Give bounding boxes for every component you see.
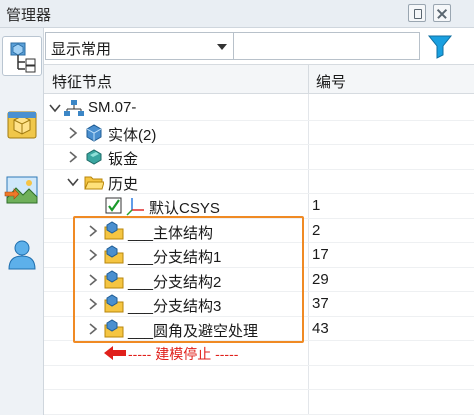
tree-row-feature-group[interactable]: ___圆角及避空处理 43	[44, 317, 474, 341]
checkbox-checked-icon[interactable]	[104, 196, 124, 216]
feature-group-folder-icon	[104, 245, 124, 264]
tree-label: 实体(2)	[108, 126, 157, 144]
part-cube-icon	[7, 111, 37, 139]
tree-header: 特征节点 编号	[44, 64, 474, 95]
close-icon[interactable]	[433, 4, 451, 22]
empty-row	[44, 366, 474, 390]
funnel-icon	[427, 35, 453, 59]
tree-row-csys[interactable]: 默认CSYS 1	[44, 194, 474, 219]
panel-title: 管理器	[6, 7, 52, 24]
tree-label-root: SM.07-	[88, 99, 137, 116]
view-tab[interactable]	[2, 170, 42, 210]
tree-label: ___分支结构2	[128, 273, 222, 291]
tree-label: ___分支结构1	[128, 249, 222, 266]
tree-number: 1	[312, 197, 321, 214]
tree-label: 默认CSYS	[149, 200, 220, 217]
stop-marker-label: ----- 建模停止 -----	[128, 346, 239, 362]
column-divider[interactable]	[308, 65, 309, 95]
panel-titlebar: 管理器	[0, 0, 474, 28]
assembly-tree-icon	[64, 100, 84, 116]
user-icon	[8, 240, 36, 270]
tree-number: 29	[312, 270, 329, 288]
tree-label: ___主体结构	[128, 224, 214, 242]
left-toolbar	[0, 28, 44, 415]
tree-row-feature-group[interactable]: ___分支结构2 29	[44, 268, 474, 292]
user-tab[interactable]	[2, 235, 42, 275]
collapsed-chevron-icon[interactable]	[86, 224, 100, 238]
chevron-down-icon	[217, 44, 227, 50]
search-input[interactable]	[234, 32, 420, 60]
tree-number: 2	[312, 221, 321, 239]
expanded-chevron-icon[interactable]	[66, 175, 80, 189]
solid-body-icon	[86, 123, 102, 142]
tree-row-feature-group[interactable]: ___主体结构 2	[44, 219, 474, 243]
collapsed-chevron-icon[interactable]	[66, 126, 80, 140]
feature-group-folder-icon	[104, 318, 124, 337]
display-filter-dropdown[interactable]: 显示常用	[45, 32, 234, 60]
column-header-number[interactable]: 编号	[316, 71, 346, 92]
tree-row-feature-group[interactable]: ___分支结构3 37	[44, 292, 474, 317]
tree-row-sheetmetal[interactable]: 钣金	[44, 145, 474, 170]
feature-group-folder-icon	[104, 294, 124, 313]
tree-label: ___分支结构3	[128, 298, 222, 315]
collapsed-chevron-icon[interactable]	[66, 150, 80, 164]
empty-row	[44, 390, 474, 415]
tree-label: 钣金	[108, 151, 139, 168]
expanded-chevron-icon[interactable]	[48, 101, 62, 115]
tree-number: 43	[312, 319, 329, 337]
tree-row-history[interactable]: 历史	[44, 170, 474, 194]
collapsed-chevron-icon[interactable]	[86, 322, 100, 336]
tree-structure-icon	[10, 42, 36, 73]
modeling-stop-marker[interactable]: ----- 建模停止 -----	[44, 341, 474, 366]
feature-tree: SM.07- 实体(2) 钣金 历史 默认CSYS 1 ___主体结构 2 __…	[44, 94, 474, 415]
filter-row: 显示常用	[44, 28, 474, 64]
filter-button[interactable]	[426, 32, 454, 60]
feature-group-folder-icon	[104, 220, 124, 239]
collapsed-chevron-icon[interactable]	[86, 297, 100, 311]
tree-number: 17	[312, 246, 329, 263]
stop-arrow-icon[interactable]	[102, 344, 128, 362]
resource-tab[interactable]	[2, 106, 42, 146]
tree-row-solid[interactable]: 实体(2)	[44, 121, 474, 145]
display-filter-value: 显示常用	[51, 41, 112, 58]
feature-group-folder-icon	[104, 269, 124, 288]
tree-row-root[interactable]: SM.07-	[44, 96, 474, 121]
sheet-metal-icon	[86, 149, 102, 165]
collapsed-chevron-icon[interactable]	[86, 273, 100, 287]
open-folder-icon	[84, 176, 104, 189]
landscape-image-icon	[4, 176, 38, 204]
column-header-feature[interactable]: 特征节点	[52, 71, 112, 92]
coordinate-system-icon	[126, 198, 144, 216]
tree-number: 37	[312, 295, 329, 312]
collapsed-chevron-icon[interactable]	[86, 248, 100, 262]
tree-label: 历史	[108, 175, 139, 193]
tree-row-feature-group[interactable]: ___分支结构1 17	[44, 243, 474, 268]
tree-label: ___圆角及避空处理	[128, 322, 259, 340]
pin-icon[interactable]	[408, 4, 426, 22]
feature-tree-tab[interactable]	[2, 36, 42, 76]
